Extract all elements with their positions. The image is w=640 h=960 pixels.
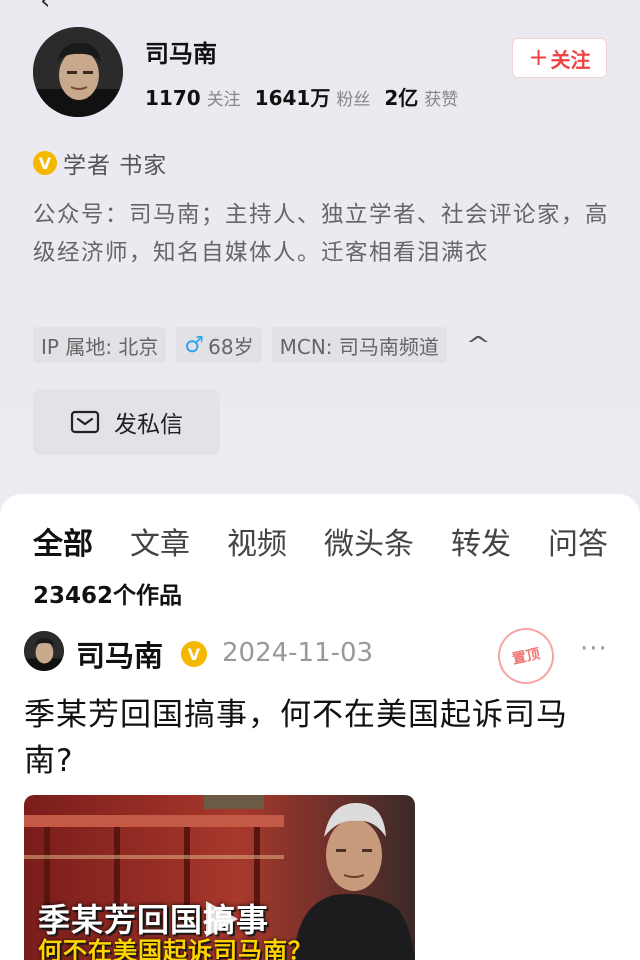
followers-count: 1641万	[254, 86, 331, 110]
content-panel: 全部 文章 视频 微头条 转发 问答 23462个作品 司马南 V 2024-1…	[0, 494, 640, 960]
follow-button[interactable]: + 关注	[512, 38, 607, 78]
thumbnail-caption-line2: 何不在美国起诉司马南？	[38, 937, 313, 960]
mcn-text: MCN: 司马南频道	[279, 334, 439, 359]
post-video-thumbnail[interactable]: 季某芳回国搞事 何不在美国起诉司马南？	[24, 795, 415, 960]
male-icon: ♂	[184, 332, 205, 358]
verification-row: V 学者 书家	[33, 146, 167, 180]
pinned-label: 置顶	[510, 646, 542, 668]
profile-stats: 1170 关注 1641万 粉丝 2亿 获赞	[145, 82, 458, 111]
following-count: 1170	[145, 86, 201, 110]
chevron-up-icon[interactable]: ^	[465, 333, 491, 358]
profile-tags: IP 属地: 北京 ♂ 68岁 MCN: 司马南频道 ^	[33, 327, 491, 363]
pinned-stamp: 置顶	[492, 622, 560, 690]
play-icon[interactable]	[202, 897, 242, 941]
works-count: 23462个作品	[33, 583, 183, 609]
profile-name: 司马南	[145, 40, 217, 68]
mcn-tag[interactable]: MCN: 司马南频道	[271, 327, 447, 363]
ip-location-text: IP 属地: 北京	[41, 334, 159, 359]
age-text: 68岁	[208, 334, 254, 359]
post-author-name[interactable]: 司马南	[76, 633, 163, 675]
likes-stat[interactable]: 2亿 获赞	[384, 82, 458, 111]
tab-qa[interactable]: 问答	[548, 519, 608, 563]
post-author-avatar[interactable]	[24, 631, 64, 671]
tab-videos[interactable]: 视频	[227, 519, 287, 563]
back-chevron-icon[interactable]: ‹	[40, 0, 50, 16]
plus-icon: +	[528, 43, 549, 71]
following-label: 关注	[206, 90, 241, 110]
tab-all[interactable]: 全部	[33, 519, 93, 563]
tab-micro-posts[interactable]: 微头条	[324, 519, 414, 563]
verified-badge-icon: V	[33, 151, 57, 175]
post-date: 2024-11-03	[222, 638, 374, 668]
avatar[interactable]	[33, 27, 123, 117]
mail-icon	[70, 410, 100, 434]
send-message-button[interactable]: 发私信	[33, 389, 220, 455]
likes-count: 2亿	[384, 86, 419, 110]
followers-label: 粉丝	[336, 90, 371, 110]
profile-bio: 公众号：司马南；主持人、独立学者、社会评论家，高级经济师，知名自媒体人。迁客相看…	[33, 202, 610, 266]
verification-text: 学者 书家	[63, 153, 168, 179]
send-message-label: 发私信	[114, 412, 183, 438]
age-tag: ♂ 68岁	[176, 327, 262, 363]
verified-badge-icon: V	[181, 641, 207, 667]
follow-button-label: 关注	[550, 47, 591, 72]
content-tabs: 全部 文章 视频 微头条 转发 问答	[33, 519, 608, 563]
more-dots-icon[interactable]: ···	[580, 634, 608, 664]
likes-label: 获赞	[424, 90, 459, 110]
following-stat[interactable]: 1170 关注	[145, 85, 241, 110]
ip-location-tag: IP 属地: 北京	[33, 327, 167, 363]
tab-reposts[interactable]: 转发	[451, 519, 511, 563]
tab-articles[interactable]: 文章	[130, 519, 190, 563]
post-title[interactable]: 季某芳回国搞事，何不在美国起诉司马南?	[24, 692, 614, 784]
followers-stat[interactable]: 1641万 粉丝	[255, 82, 371, 111]
